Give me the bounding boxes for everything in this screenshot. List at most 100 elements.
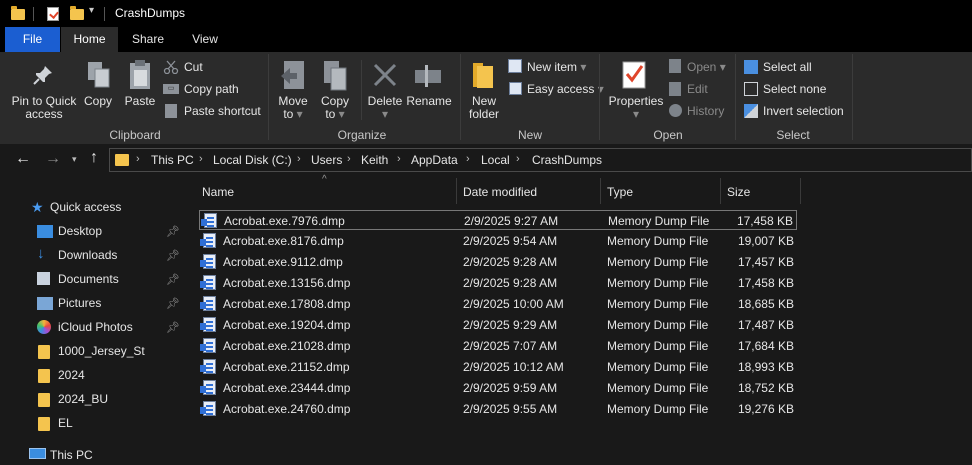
paste-shortcut-label: Paste shortcut bbox=[184, 104, 261, 118]
breadcrumb-users[interactable]: Users bbox=[311, 153, 342, 167]
new-folder-quick-icon[interactable] bbox=[70, 6, 84, 20]
file-name: Acrobat.exe.8176.dmp bbox=[223, 234, 344, 248]
file-date: 2/9/2025 9:28 AM bbox=[463, 255, 558, 269]
chevron-right-icon[interactable]: › bbox=[516, 153, 520, 165]
file-size: 19,276 KB bbox=[737, 402, 794, 416]
nav-item-label: 1000_Jersey_St bbox=[58, 344, 145, 358]
pin-icon[interactable]: 📌︎ bbox=[166, 249, 180, 262]
column-divider[interactable] bbox=[456, 178, 457, 204]
select-all-icon bbox=[744, 60, 758, 74]
folder-icon bbox=[115, 154, 129, 166]
breadcrumb-this-pc[interactable]: This PC bbox=[151, 153, 194, 167]
chevron-right-icon[interactable]: › bbox=[199, 153, 203, 165]
file-type: Memory Dump File bbox=[607, 234, 709, 248]
properties-quick-icon[interactable] bbox=[47, 7, 59, 21]
chevron-right-icon[interactable]: › bbox=[136, 153, 140, 165]
recent-locations-icon[interactable]: ▾ bbox=[72, 154, 77, 165]
easy-access-icon bbox=[509, 82, 522, 95]
forward-arrow-icon[interactable]: → bbox=[45, 150, 61, 168]
column-divider[interactable] bbox=[600, 178, 601, 204]
breadcrumb-local[interactable]: Local bbox=[481, 153, 510, 167]
open-group-label: Open bbox=[653, 128, 683, 142]
chevron-right-icon[interactable]: › bbox=[347, 153, 351, 165]
properties-label: Properties ▾ bbox=[608, 94, 664, 121]
file-size: 17,458 KB bbox=[736, 214, 793, 228]
table-row[interactable]: Acrobat.exe.21152.dmp 2/9/2025 10:12 AM … bbox=[199, 357, 797, 377]
column-divider[interactable] bbox=[720, 178, 721, 204]
nav-item-label: 2024 bbox=[58, 368, 85, 382]
file-date: 2/9/2025 9:54 AM bbox=[463, 234, 558, 248]
file-size: 19,007 KB bbox=[737, 234, 794, 248]
dump-file-icon bbox=[200, 254, 216, 269]
divider bbox=[104, 7, 105, 21]
column-header-type[interactable]: Type bbox=[607, 185, 633, 199]
pin-icon[interactable]: 📌︎ bbox=[166, 297, 180, 310]
select-none-icon bbox=[744, 82, 758, 96]
file-name: Acrobat.exe.19204.dmp bbox=[223, 318, 351, 332]
table-row[interactable]: Acrobat.exe.7976.dmp 2/9/2025 9:27 AM Me… bbox=[199, 210, 797, 230]
move-to-label: Move to ▾ bbox=[278, 94, 308, 121]
table-row[interactable]: Acrobat.exe.21028.dmp 2/9/2025 7:07 AM M… bbox=[199, 336, 797, 356]
tab-home[interactable]: Home bbox=[61, 27, 118, 52]
pin-icon bbox=[33, 66, 52, 85]
breadcrumb-local-disk[interactable]: Local Disk (C:) bbox=[213, 153, 292, 167]
up-arrow-icon[interactable]: ↑ bbox=[90, 149, 98, 167]
nav-item-label: Desktop bbox=[58, 224, 103, 238]
select-none-label: Select none bbox=[763, 82, 827, 96]
pin-icon[interactable]: 📌︎ bbox=[166, 273, 180, 286]
back-arrow-icon[interactable]: ← bbox=[15, 150, 31, 168]
rename-label: Rename bbox=[406, 94, 452, 108]
table-row[interactable]: Acrobat.exe.13156.dmp 2/9/2025 9:28 AM M… bbox=[199, 273, 797, 293]
ribbon-divider bbox=[852, 54, 853, 140]
table-row[interactable]: Acrobat.exe.8176.dmp 2/9/2025 9:54 AM Me… bbox=[199, 231, 797, 251]
file-name: Acrobat.exe.7976.dmp bbox=[224, 214, 345, 228]
file-size: 17,487 KB bbox=[737, 318, 794, 332]
table-row[interactable]: Acrobat.exe.19204.dmp 2/9/2025 9:29 AM M… bbox=[199, 315, 797, 335]
breadcrumb-keith[interactable]: Keith bbox=[361, 153, 388, 167]
easy-access-label: Easy access ▾ bbox=[527, 82, 604, 96]
table-row[interactable]: Acrobat.exe.17808.dmp 2/9/2025 10:00 AM … bbox=[199, 294, 797, 314]
breadcrumb-appdata[interactable]: AppData bbox=[411, 153, 458, 167]
column-divider[interactable] bbox=[800, 178, 801, 204]
file-date: 2/9/2025 9:27 AM bbox=[464, 214, 559, 228]
dump-file-icon bbox=[200, 233, 216, 248]
pin-icon[interactable]: 📌︎ bbox=[166, 321, 180, 334]
dump-file-icon bbox=[201, 213, 217, 228]
column-header-date[interactable]: Date modified bbox=[463, 185, 537, 199]
nav-item-label: Pictures bbox=[58, 296, 102, 310]
chevron-right-icon[interactable]: › bbox=[297, 153, 301, 165]
computer-icon bbox=[29, 448, 46, 459]
customize-toolbar-icon[interactable]: ▾ bbox=[89, 5, 94, 16]
star-icon: ★ bbox=[31, 199, 44, 215]
this-pc-label: This PC bbox=[50, 448, 93, 462]
file-name: Acrobat.exe.21152.dmp bbox=[223, 360, 350, 374]
sort-ascending-icon: ^ bbox=[322, 174, 327, 185]
ribbon-divider bbox=[460, 54, 461, 140]
chevron-right-icon[interactable]: › bbox=[397, 153, 401, 165]
table-row[interactable]: Acrobat.exe.23444.dmp 2/9/2025 9:59 AM M… bbox=[199, 378, 797, 398]
table-row[interactable]: Acrobat.exe.24760.dmp 2/9/2025 9:55 AM M… bbox=[199, 399, 797, 419]
file-size: 18,752 KB bbox=[737, 381, 794, 395]
table-row[interactable]: Acrobat.exe.9112.dmp 2/9/2025 9:28 AM Me… bbox=[199, 252, 797, 272]
nav-item-label: iCloud Photos bbox=[58, 320, 133, 334]
tab-share[interactable]: Share bbox=[118, 27, 178, 52]
file-date: 2/9/2025 7:07 AM bbox=[463, 339, 558, 353]
tab-view[interactable]: View bbox=[178, 27, 232, 52]
dump-file-icon bbox=[200, 275, 216, 290]
pin-to-quick-access-label: Pin to Quick access bbox=[11, 94, 77, 121]
pin-icon[interactable]: 📌︎ bbox=[166, 225, 180, 238]
file-date: 2/9/2025 10:00 AM bbox=[463, 297, 564, 311]
file-date: 2/9/2025 9:59 AM bbox=[463, 381, 558, 395]
column-header-size[interactable]: Size bbox=[727, 185, 750, 199]
copy-label: Copy bbox=[83, 94, 112, 108]
file-date: 2/9/2025 10:12 AM bbox=[463, 360, 564, 374]
paste-shortcut-icon bbox=[165, 104, 177, 118]
dump-file-icon bbox=[200, 359, 216, 374]
file-type: Memory Dump File bbox=[607, 276, 709, 290]
tab-file[interactable]: File bbox=[5, 27, 60, 52]
column-header-name[interactable]: Name bbox=[202, 185, 234, 199]
breadcrumb-crashdumps[interactable]: CrashDumps bbox=[532, 153, 602, 167]
chevron-right-icon[interactable]: › bbox=[466, 153, 470, 165]
nav-item-label: Downloads bbox=[58, 248, 118, 262]
file-date: 2/9/2025 9:29 AM bbox=[463, 318, 558, 332]
